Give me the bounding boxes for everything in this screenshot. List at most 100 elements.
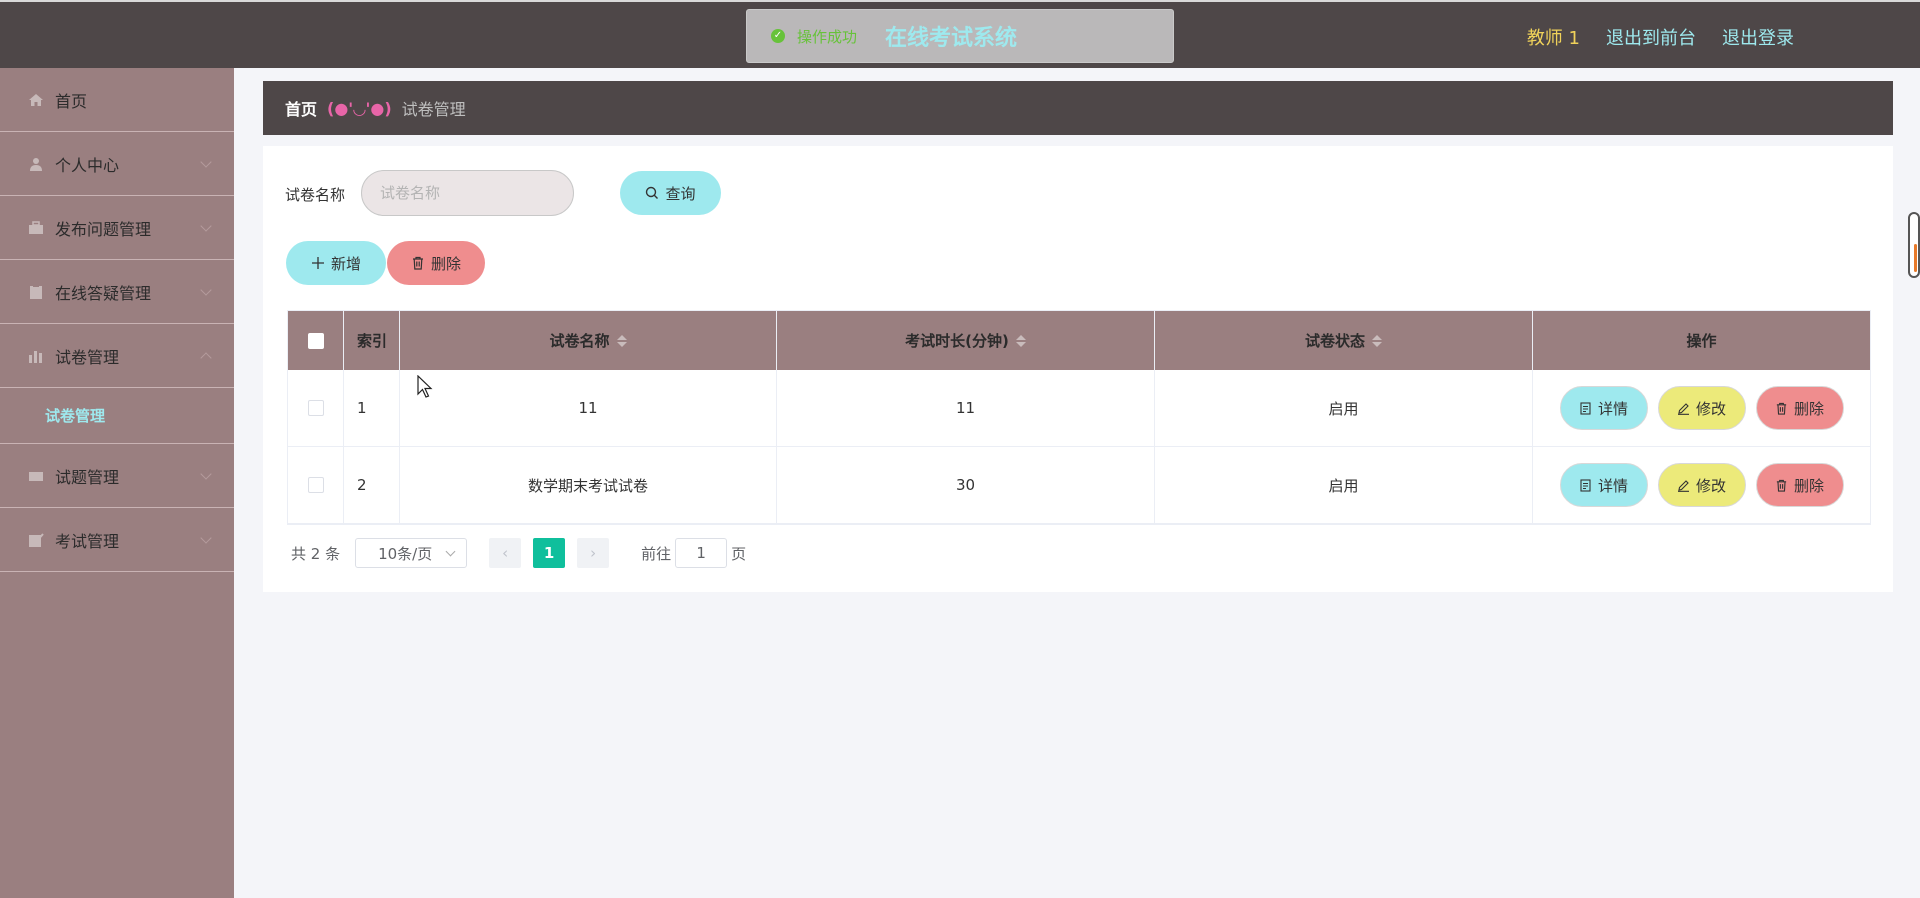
- edit-button-label: 修改: [1695, 399, 1726, 418]
- column-header-label: 试卷名称: [549, 332, 610, 350]
- breadcrumb-current: 试卷管理: [401, 100, 466, 119]
- trash-icon: [412, 256, 423, 270]
- sidebar-item-label: 首页: [55, 91, 88, 111]
- table-row: 1 11 11 启用 详情 修改 删除: [288, 370, 1870, 447]
- row-delete-button-label: 删除: [1793, 399, 1824, 418]
- keyboard-icon: [28, 469, 44, 483]
- sidebar-item-online-qa[interactable]: 在线答疑管理: [0, 260, 234, 324]
- vertical-scrollbar[interactable]: [1908, 212, 1920, 278]
- sort-icon[interactable]: [1372, 334, 1382, 347]
- paper-name-search-input[interactable]: [361, 170, 574, 216]
- page-number-button[interactable]: 1: [533, 538, 566, 568]
- chevron-left-icon: ‹: [502, 544, 509, 562]
- top-user-nav: 教师 1 退出到前台 退出登录: [1527, 24, 1794, 50]
- sidebar: 首页 个人中心 发布问题管理 在线答疑管理 试卷管理 试卷管理 试题管理 考试管…: [0, 68, 234, 898]
- row-checkbox[interactable]: [307, 400, 324, 416]
- column-header-actions: 操作: [1686, 332, 1717, 350]
- detail-button-label: 详情: [1597, 399, 1628, 418]
- document-icon: [1580, 401, 1591, 415]
- table-header: 索引 试卷名称 考试时长(分钟) 试卷状态 操作: [288, 311, 1870, 370]
- chart-icon: [28, 349, 44, 363]
- sidebar-subitem-paper-management[interactable]: 试卷管理: [0, 388, 234, 444]
- breadcrumb-separator: (●'◡'●): [327, 98, 392, 118]
- column-header-duration[interactable]: 考试时长(分钟): [777, 311, 1155, 370]
- sidebar-item-question-management[interactable]: 试题管理: [0, 444, 234, 508]
- select-all-checkbox[interactable]: [307, 332, 324, 349]
- add-button-label: 新增: [330, 254, 361, 273]
- query-button-label: 查询: [665, 184, 696, 203]
- edit-button[interactable]: 修改: [1657, 386, 1746, 430]
- pencil-icon: [1677, 479, 1689, 492]
- chevron-up-icon: [200, 352, 212, 364]
- page-size-value: 10条/页: [378, 544, 433, 563]
- cell-paper-name: 数学期末考试试卷: [400, 447, 777, 523]
- sidebar-item-label: 考试管理: [55, 531, 120, 551]
- scrollbar-thumb[interactable]: [1914, 244, 1917, 272]
- table-row: 2 数学期末考试试卷 30 启用 详情 修改 删除: [288, 447, 1870, 524]
- row-select-cell: [288, 370, 344, 446]
- column-header-label: 试卷状态: [1304, 332, 1365, 350]
- sidebar-subitem-label: 试卷管理: [45, 407, 106, 425]
- detail-button[interactable]: 详情: [1559, 463, 1648, 507]
- cell-actions: 详情 修改 删除: [1533, 370, 1870, 446]
- cell-index: 2: [344, 447, 400, 523]
- current-user: 教师 1: [1526, 28, 1580, 49]
- query-button[interactable]: 查询: [620, 171, 721, 215]
- add-button[interactable]: 新增: [286, 241, 386, 285]
- chevron-down-icon: [200, 468, 212, 480]
- chevron-right-icon: ›: [590, 544, 597, 562]
- row-delete-button[interactable]: 删除: [1755, 463, 1844, 507]
- briefcase-icon: [28, 220, 44, 235]
- edit-button-label: 修改: [1695, 476, 1726, 495]
- sidebar-item-label: 个人中心: [55, 155, 120, 175]
- pencil-icon: [1677, 402, 1689, 415]
- goto-page-input[interactable]: [675, 538, 728, 568]
- sidebar-item-personal-center[interactable]: 个人中心: [0, 132, 234, 196]
- edit-button[interactable]: 修改: [1657, 463, 1746, 507]
- trash-icon: [1776, 402, 1787, 415]
- page-size-select[interactable]: 10条/页: [355, 538, 468, 568]
- sidebar-item-exam-management[interactable]: 考试管理: [0, 508, 234, 572]
- sidebar-item-label: 发布问题管理: [55, 219, 152, 239]
- check-circle-icon: ✓: [771, 29, 785, 43]
- search-icon: [646, 186, 659, 199]
- row-select-cell: [288, 447, 344, 523]
- success-toast: ✓ 操作成功 在线考试系统: [746, 9, 1174, 63]
- sidebar-item-paper-management[interactable]: 试卷管理: [0, 324, 234, 388]
- chevron-down-icon: [200, 220, 212, 232]
- column-header-paper-name[interactable]: 试卷名称: [400, 311, 777, 370]
- logout-link[interactable]: 退出登录: [1722, 24, 1794, 50]
- document-icon: [1580, 478, 1591, 492]
- column-header-status[interactable]: 试卷状态: [1155, 311, 1533, 370]
- batch-delete-button[interactable]: 删除: [387, 241, 485, 285]
- toast-message: 操作成功: [797, 27, 858, 46]
- back-to-frontend-link[interactable]: 退出到前台: [1606, 24, 1696, 50]
- cell-index: 1: [344, 370, 400, 446]
- breadcrumb-home[interactable]: 首页: [285, 96, 317, 120]
- next-page-button[interactable]: ›: [577, 538, 610, 568]
- prev-page-button[interactable]: ‹: [489, 538, 522, 568]
- mouse-pointer-icon: [417, 375, 433, 398]
- home-icon: [28, 93, 44, 107]
- cell-actions: 详情 修改 删除: [1533, 447, 1870, 523]
- sidebar-item-home[interactable]: 首页: [0, 68, 234, 132]
- detail-button-label: 详情: [1597, 476, 1628, 495]
- goto-page: 前往 页: [641, 538, 746, 568]
- chevron-down-icon: [200, 284, 212, 296]
- sort-icon[interactable]: [1015, 334, 1026, 347]
- pagination: 共 2 条 10条/页 ‹ 1 › 前往 页: [291, 538, 746, 568]
- cell-paper-name: 11: [400, 370, 777, 446]
- row-checkbox[interactable]: [307, 477, 324, 493]
- edit-icon: [28, 532, 44, 547]
- row-delete-button[interactable]: 删除: [1755, 386, 1844, 430]
- user-icon: [28, 157, 44, 171]
- search-label: 试卷名称: [285, 186, 346, 204]
- sidebar-item-label: 在线答疑管理: [55, 283, 152, 303]
- row-delete-button-label: 删除: [1793, 476, 1824, 495]
- sidebar-item-label: 试题管理: [55, 467, 120, 487]
- site-title: 在线考试系统: [885, 26, 1018, 51]
- delete-button-label: 删除: [430, 254, 461, 273]
- detail-button[interactable]: 详情: [1559, 386, 1648, 430]
- sidebar-item-question-publish[interactable]: 发布问题管理: [0, 196, 234, 260]
- sort-icon[interactable]: [616, 334, 627, 347]
